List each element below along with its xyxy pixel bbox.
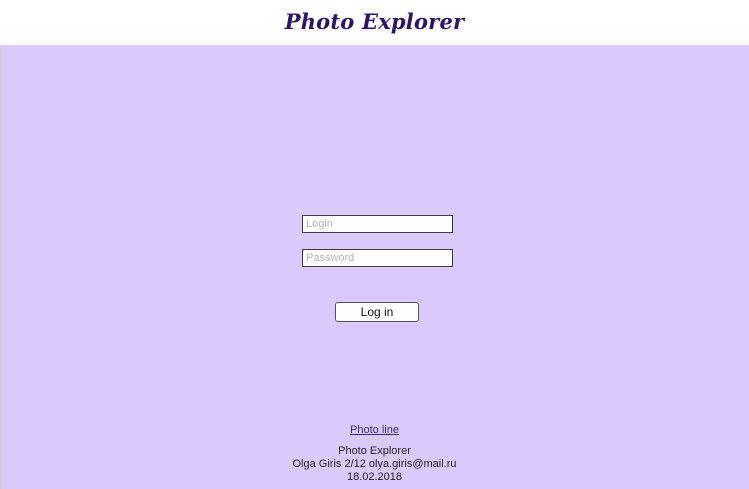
footer-app-name: Photo Explorer <box>338 445 411 457</box>
footer-date: 18.02.2018 <box>346 471 403 483</box>
login-input[interactable] <box>302 215 453 233</box>
password-input[interactable] <box>302 249 453 267</box>
app-title: Photo Explorer <box>284 8 465 34</box>
footer-author: Olga Giris 2/12 olya.giris@mail.ru <box>292 458 457 470</box>
header-bar: Photo Explorer <box>0 0 749 45</box>
log-in-button[interactable]: Log in <box>335 302 419 322</box>
footer: Photo line Photo Explorer Olga Giris 2/1… <box>0 423 749 484</box>
photo-line-link[interactable]: Photo line <box>350 423 399 437</box>
